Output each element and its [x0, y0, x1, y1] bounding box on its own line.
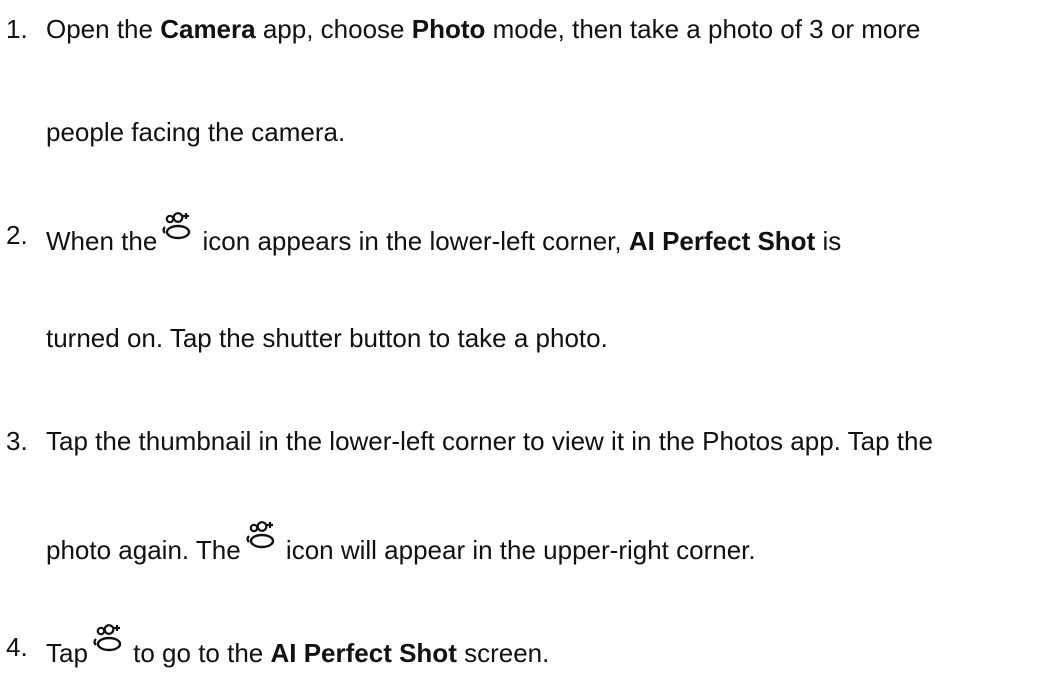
text: icon will appear in the upper-right corn…: [278, 535, 756, 565]
text: screen.: [456, 638, 550, 668]
ai-perfect-shot-label: AI Perfect Shot: [628, 226, 816, 256]
text: to go to the: [125, 638, 271, 668]
text: is: [815, 226, 842, 256]
step-number: 1.: [6, 14, 28, 44]
ai-perfect-shot-icon: [90, 622, 124, 656]
text: When the: [46, 226, 158, 256]
step-4-line-1: Tap to go to the AI Perfect Shot screen.: [46, 624, 550, 668]
text: icon appears in the lower-left corner,: [195, 226, 629, 256]
step-3-line-1: Tap the thumbnail in the lower-left corn…: [46, 426, 933, 456]
step-2-line-1: When the icon appears in the lower-left …: [46, 212, 842, 256]
text: photo again. The: [46, 535, 241, 565]
text: app, choose: [255, 14, 412, 44]
photo-mode-name: Photo: [411, 14, 486, 44]
text: Open the: [46, 14, 161, 44]
step-2-line-2: turned on. Tap the shutter button to tak…: [46, 323, 608, 353]
step-number: 3.: [6, 426, 28, 456]
ai-perfect-shot-label: AI Perfect Shot: [270, 638, 457, 668]
step-number: 4.: [6, 632, 28, 662]
step-number: 2.: [6, 220, 28, 250]
step-1-line-1: Open the Camera app, choose Photo mode, …: [46, 14, 920, 44]
camera-app-name: Camera: [160, 14, 256, 44]
step-1-line-2: people facing the camera.: [46, 117, 346, 147]
step-3-line-2: photo again. The icon will appear in the…: [46, 521, 756, 565]
ai-perfect-shot-icon: [159, 210, 193, 244]
text: Tap: [46, 638, 88, 668]
ai-perfect-shot-icon: [243, 519, 277, 553]
text: mode, then take a photo of 3 or more: [485, 14, 921, 44]
